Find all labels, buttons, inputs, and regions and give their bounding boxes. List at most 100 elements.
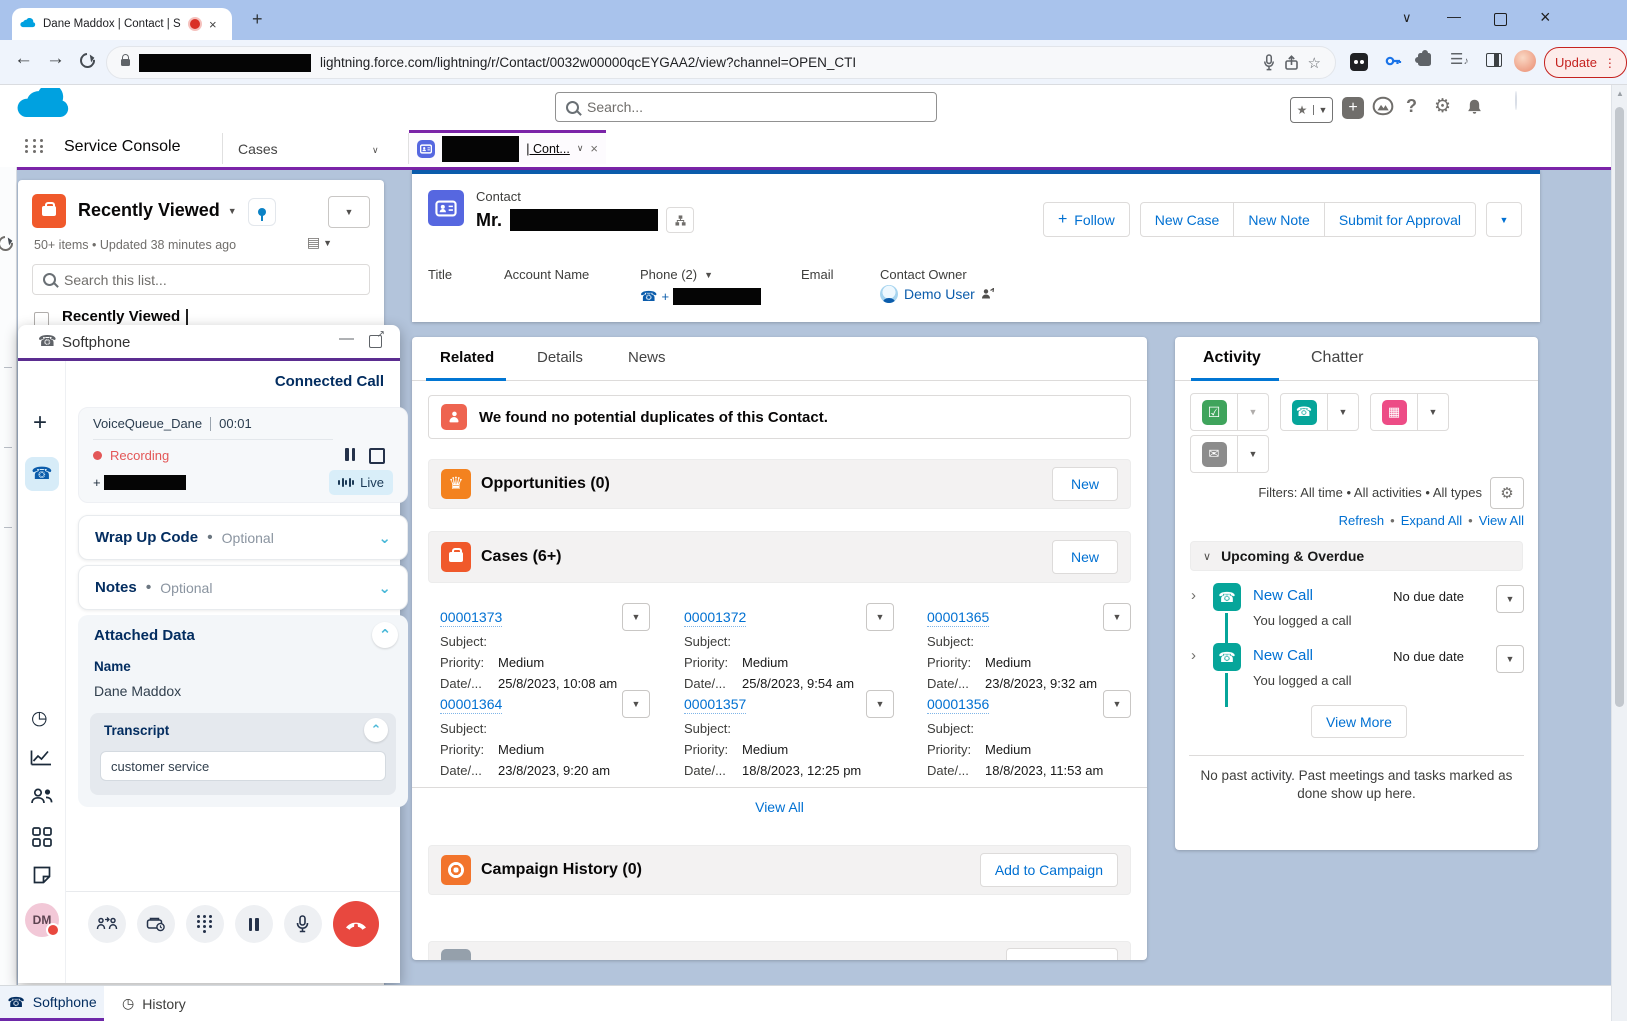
follow-button[interactable]: +Follow bbox=[1043, 202, 1130, 237]
active-tab-close-icon[interactable]: × bbox=[590, 141, 598, 156]
phone-dropdown-chevron-icon[interactable]: ▼ bbox=[704, 270, 713, 280]
email-button[interactable]: ✉ bbox=[1191, 436, 1237, 472]
view-all-link[interactable]: View All bbox=[1479, 513, 1524, 528]
softphone-history-icon[interactable]: ◷ bbox=[31, 707, 48, 730]
view-more-button[interactable]: View More bbox=[1311, 705, 1407, 738]
trailhead-help-icon[interactable] bbox=[1372, 96, 1394, 116]
stop-recording-icon[interactable] bbox=[369, 448, 385, 464]
nav-tab-contact-active[interactable]: | Cont... ∨ × bbox=[409, 130, 606, 164]
scrollbar-thumb[interactable] bbox=[1615, 107, 1624, 707]
activity-item-title[interactable]: New Call bbox=[1253, 647, 1313, 664]
window-minimize-button[interactable]: — bbox=[1447, 8, 1461, 24]
voicemail-drop-button[interactable] bbox=[137, 905, 175, 943]
browser-profile-avatar[interactable] bbox=[1514, 50, 1536, 72]
softphone-analytics-icon[interactable] bbox=[30, 749, 52, 766]
submit-for-approval-button[interactable]: Submit for Approval bbox=[1325, 202, 1476, 237]
log-call-button[interactable]: ☎ bbox=[1281, 394, 1327, 430]
hold-call-button[interactable] bbox=[235, 905, 273, 943]
back-icon[interactable]: ← bbox=[14, 48, 33, 70]
campaign-title[interactable]: Campaign History (0) bbox=[481, 861, 970, 879]
tab-activity[interactable]: Activity bbox=[1203, 349, 1261, 367]
log-call-dropdown[interactable]: ▼ bbox=[1327, 394, 1358, 430]
partial-section-button[interactable] bbox=[1006, 948, 1118, 960]
window-menu-chevron-icon[interactable]: ∨ bbox=[1402, 10, 1412, 26]
view-hierarchy-button[interactable] bbox=[666, 207, 694, 233]
extensions-puzzle-icon[interactable] bbox=[1418, 53, 1431, 66]
change-owner-icon[interactable] bbox=[981, 288, 994, 300]
list-partial-row[interactable]: Recently Viewed bbox=[62, 308, 188, 325]
case-number-link[interactable]: 00001365 bbox=[927, 608, 989, 627]
address-bar[interactable]: lightning.force.com/lightning/r/Contact/… bbox=[106, 46, 1336, 79]
event-dropdown[interactable]: ▼ bbox=[1417, 394, 1448, 430]
upcoming-overdue-header[interactable]: ∨ Upcoming & Overdue bbox=[1190, 541, 1523, 571]
mute-mic-button[interactable] bbox=[284, 905, 322, 943]
cases-new-button[interactable]: New bbox=[1052, 540, 1118, 574]
softphone-minimize-icon[interactable]: — bbox=[339, 330, 354, 347]
wrap-up-chevron-icon[interactable]: ⌄ bbox=[378, 529, 391, 547]
active-tab-chevron-icon[interactable]: ∨ bbox=[577, 143, 584, 154]
list-display-settings-icon[interactable]: ▤▼ bbox=[307, 234, 332, 251]
case-row-dropdown[interactable]: ▼ bbox=[866, 690, 894, 718]
list-actions-dropdown[interactable]: ▼ bbox=[328, 196, 370, 228]
softphone-popout-icon[interactable]: ↗ bbox=[369, 335, 382, 348]
softphone-add-icon[interactable]: + bbox=[33, 409, 47, 437]
end-call-button[interactable] bbox=[333, 901, 379, 947]
new-event-button[interactable]: ▦ bbox=[1371, 394, 1417, 430]
global-search-box[interactable]: Search... bbox=[555, 92, 937, 122]
tab-close-icon[interactable]: × bbox=[209, 17, 217, 32]
case-number-link[interactable]: 00001372 bbox=[684, 608, 746, 627]
favorites-chevron-icon[interactable]: ▼ bbox=[1313, 105, 1332, 115]
utility-tab-softphone[interactable]: ☎ Softphone bbox=[0, 986, 104, 1021]
tab-chatter[interactable]: Chatter bbox=[1311, 349, 1363, 367]
list-search-box[interactable]: Search this list... bbox=[32, 264, 370, 295]
notification-bell-icon[interactable] bbox=[1466, 98, 1483, 115]
side-panel-icon[interactable] bbox=[1486, 53, 1502, 67]
more-actions-dropdown[interactable]: ▼ bbox=[1486, 202, 1522, 237]
window-close-button[interactable]: × bbox=[1540, 7, 1551, 28]
quick-create-icon[interactable]: + bbox=[1342, 97, 1364, 119]
case-number-link[interactable]: 00001357 bbox=[684, 695, 746, 714]
case-number-link[interactable]: 00001364 bbox=[440, 695, 502, 714]
softphone-apps-grid-icon[interactable] bbox=[32, 827, 52, 847]
case-number-link[interactable]: 00001356 bbox=[927, 695, 989, 714]
transcript-input[interactable] bbox=[100, 751, 386, 781]
refresh-link[interactable]: Refresh bbox=[1339, 513, 1385, 528]
cases-tab-chevron-icon[interactable]: ∨ bbox=[372, 145, 379, 156]
live-badge[interactable]: Live bbox=[329, 470, 393, 495]
timeline-expand-chevron[interactable]: › bbox=[1191, 587, 1196, 604]
notes-chevron-icon[interactable]: ⌄ bbox=[378, 579, 391, 597]
bookmark-star-icon[interactable]: ☆ bbox=[1308, 54, 1321, 72]
forward-icon[interactable]: → bbox=[46, 48, 65, 70]
new-task-button[interactable]: ☑ bbox=[1191, 394, 1237, 430]
scrollbar-up-arrow[interactable]: ▲ bbox=[1616, 89, 1624, 98]
pin-list-button[interactable] bbox=[248, 198, 276, 226]
case-number-link[interactable]: 00001373 bbox=[440, 608, 502, 627]
list-view-title[interactable]: Recently Viewed ▼ bbox=[78, 200, 237, 221]
tab-related[interactable]: Related bbox=[440, 349, 494, 366]
favorites-button[interactable]: ★ ▼ bbox=[1290, 97, 1333, 123]
timeline-expand-chevron[interactable]: › bbox=[1191, 647, 1196, 664]
new-note-button[interactable]: New Note bbox=[1234, 202, 1324, 237]
field-phone-label[interactable]: Phone (2) ▼ bbox=[640, 267, 713, 282]
keypad-button[interactable] bbox=[186, 905, 224, 943]
list-title-chevron-icon[interactable]: ▼ bbox=[228, 206, 237, 216]
browser-tab[interactable]: Dane Maddox | Contact | Sal × bbox=[12, 8, 232, 40]
attached-collapse-chevron-icon[interactable]: ⌃ bbox=[372, 622, 398, 648]
expand-all-link[interactable]: Expand All bbox=[1401, 513, 1462, 528]
left-splitter[interactable] bbox=[0, 167, 17, 985]
phone-value[interactable]: ☎ + bbox=[640, 288, 761, 305]
transcript-collapse-chevron-icon[interactable]: ⌃ bbox=[364, 718, 388, 742]
setup-gear-icon[interactable]: ⚙ bbox=[1434, 95, 1451, 118]
nav-tab-cases[interactable]: Cases bbox=[238, 141, 278, 157]
activity-item-dropdown[interactable]: ▼ bbox=[1496, 585, 1524, 613]
pause-recording-icon[interactable] bbox=[345, 448, 355, 461]
help-icon[interactable]: ? bbox=[1406, 96, 1417, 117]
browser-menu-dots-icon[interactable]: ⋮ bbox=[1604, 56, 1616, 70]
task-dropdown[interactable]: ▼ bbox=[1237, 394, 1268, 430]
agent-avatar[interactable]: DM bbox=[25, 903, 59, 937]
transfer-call-button[interactable] bbox=[88, 905, 126, 943]
activity-item-title[interactable]: New Call bbox=[1253, 587, 1313, 604]
case-row-dropdown[interactable]: ▼ bbox=[1103, 690, 1131, 718]
app-launcher-waffle-icon[interactable] bbox=[25, 139, 45, 153]
upcoming-chevron-icon[interactable]: ∨ bbox=[1203, 550, 1211, 563]
